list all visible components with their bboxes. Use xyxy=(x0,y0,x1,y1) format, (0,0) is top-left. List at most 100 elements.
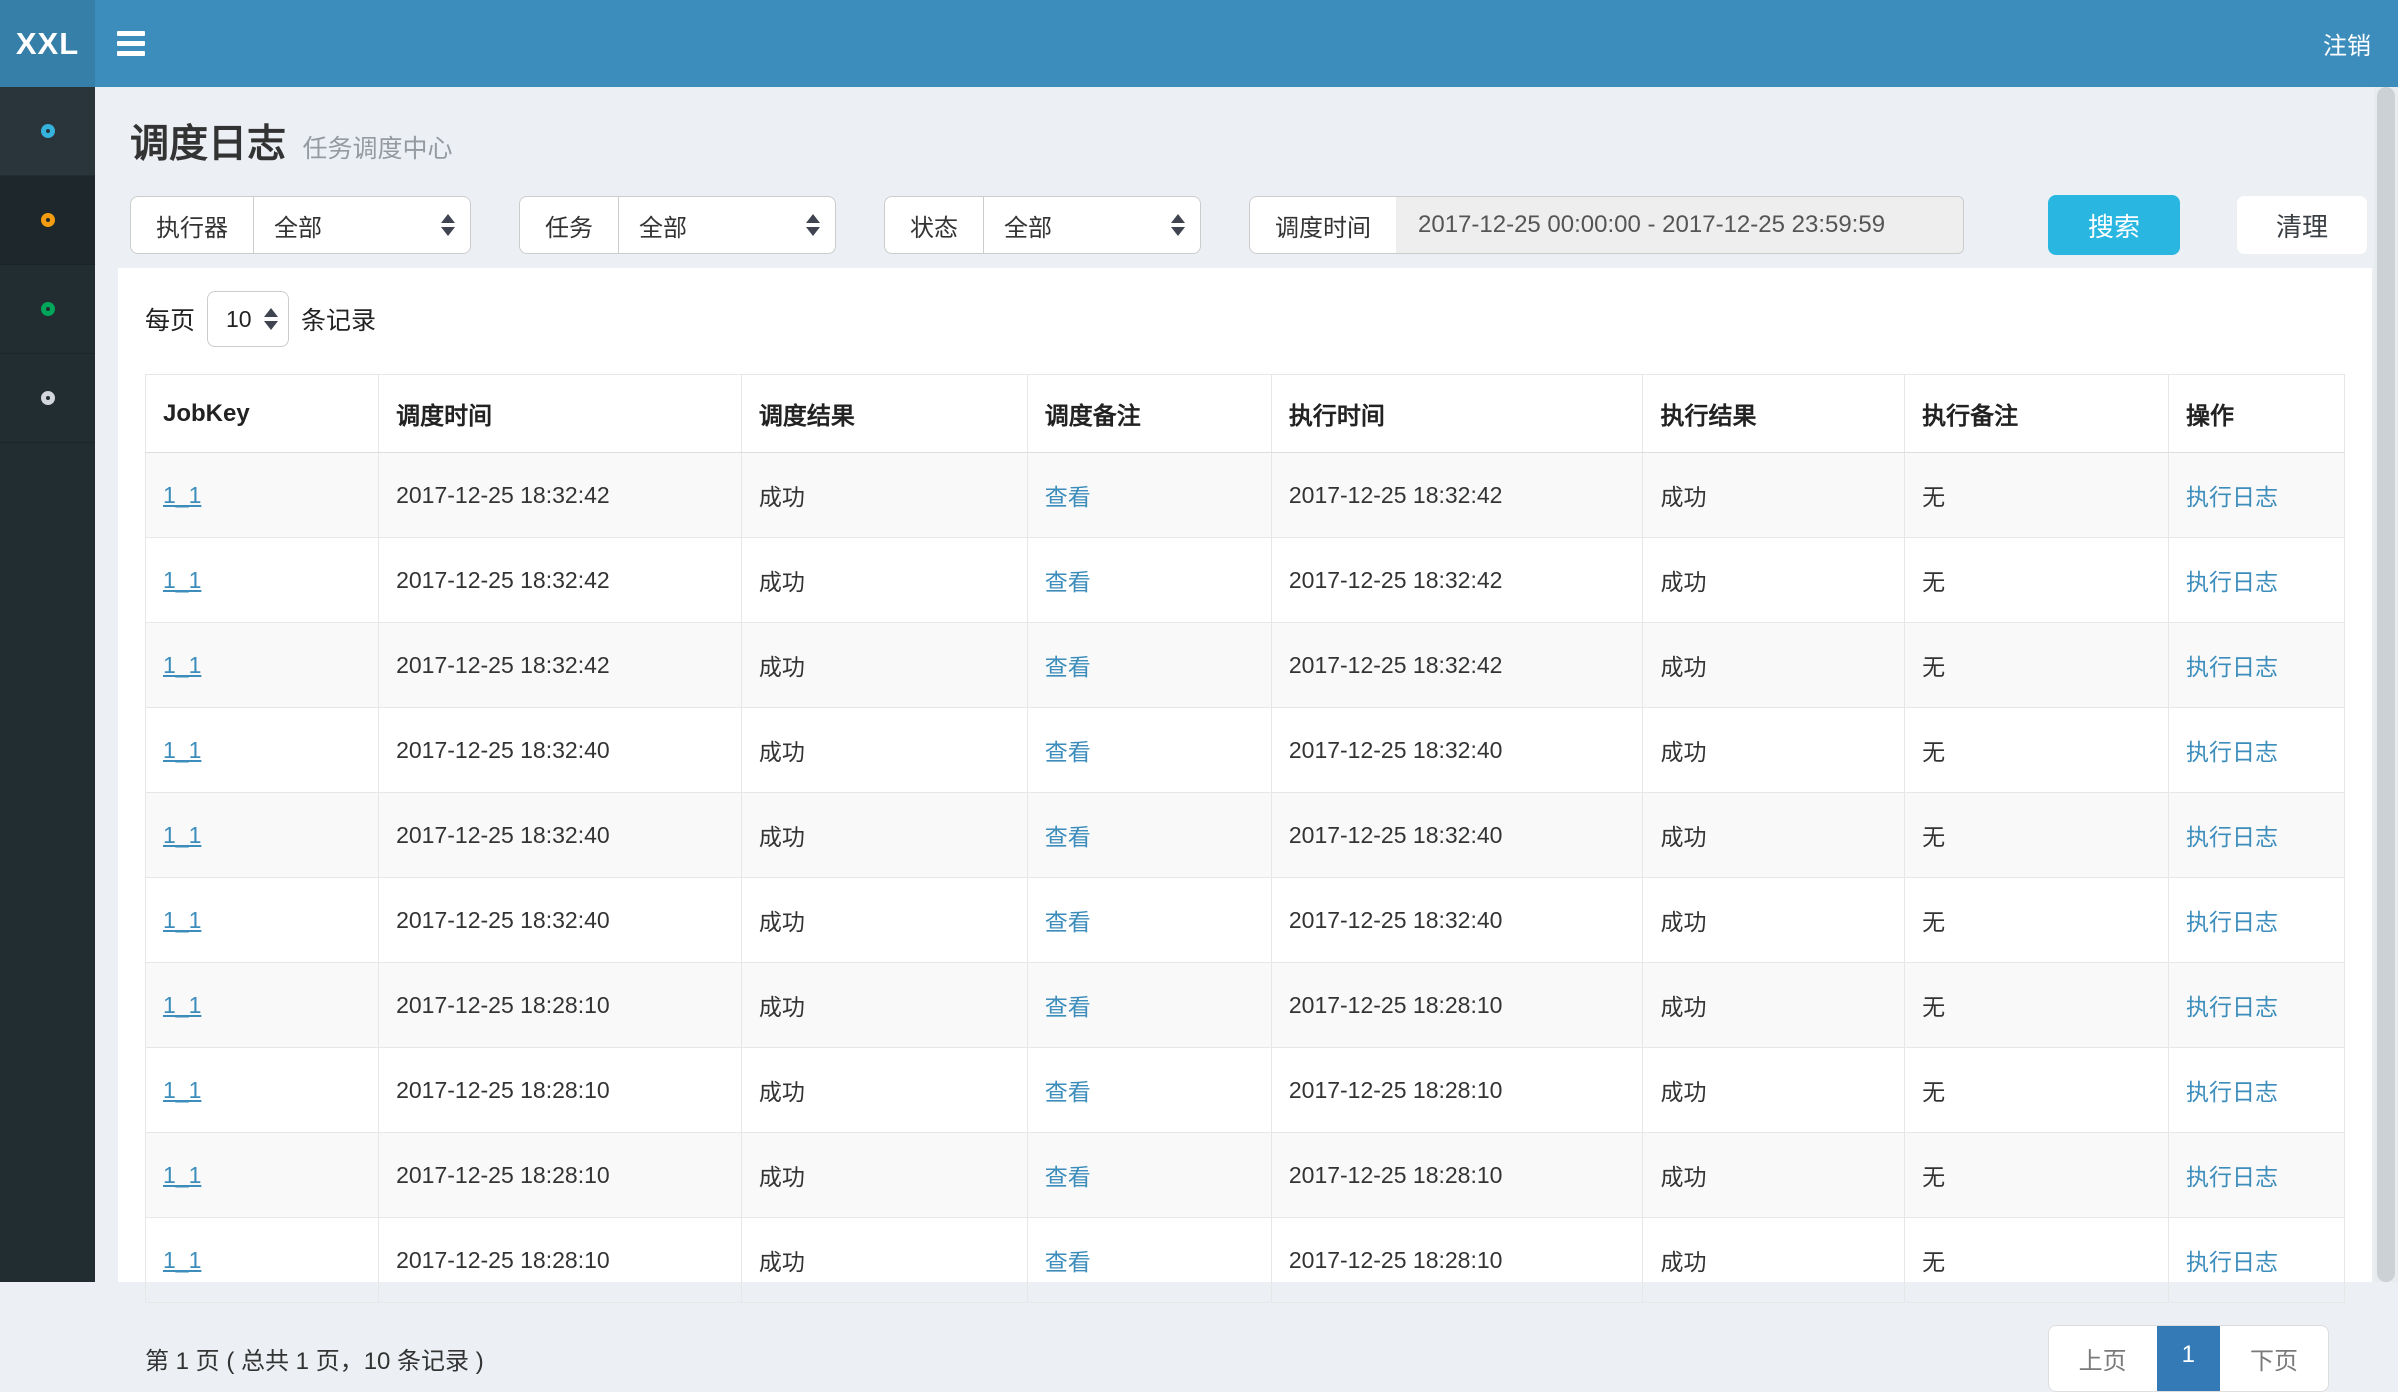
handle-msg-cell: 无 xyxy=(1905,708,2169,793)
top-navbar: XXL 注销 xyxy=(0,0,2398,87)
job-filter-group: 任务 全部 xyxy=(519,196,836,254)
jobkey-link[interactable]: 1_1 xyxy=(163,1162,201,1188)
handle-msg-cell: 无 xyxy=(1905,793,2169,878)
handle-time-cell: 2017-12-25 18:28:10 xyxy=(1271,1218,1643,1303)
handle-time-cell: 2017-12-25 18:28:10 xyxy=(1271,1133,1643,1218)
pagination: 上页 1 下页 xyxy=(2048,1325,2329,1392)
page-header: 调度日志 任务调度中心 xyxy=(130,113,452,169)
trigger-msg-view-link[interactable]: 查看 xyxy=(1045,569,1091,595)
exec-log-link[interactable]: 执行日志 xyxy=(2186,909,2278,935)
trigger-msg-view-link[interactable]: 查看 xyxy=(1045,654,1091,680)
jobkey-link[interactable]: 1_1 xyxy=(163,737,201,763)
circle-icon xyxy=(41,124,55,138)
scrollbar-thumb[interactable] xyxy=(2377,87,2395,1282)
trigger-time-range-input[interactable]: 2017-12-25 00:00:00 - 2017-12-25 23:59:5… xyxy=(1396,196,1964,254)
job-filter-label: 任务 xyxy=(519,196,618,254)
jobkey-link[interactable]: 1_1 xyxy=(163,907,201,933)
trigger-msg-view-link[interactable]: 查看 xyxy=(1045,994,1091,1020)
table-row: 1_12017-12-25 18:32:40成功查看2017-12-25 18:… xyxy=(146,878,2345,963)
table-row: 1_12017-12-25 18:32:42成功查看2017-12-25 18:… xyxy=(146,623,2345,708)
table-row: 1_12017-12-25 18:32:42成功查看2017-12-25 18:… xyxy=(146,453,2345,538)
jobkey-link[interactable]: 1_1 xyxy=(163,822,201,848)
exec-log-link[interactable]: 执行日志 xyxy=(2186,824,2278,850)
handle-msg-cell: 无 xyxy=(1905,453,2169,538)
handle-result-cell: 成功 xyxy=(1643,1048,1905,1133)
trigger-result-cell: 成功 xyxy=(741,878,1027,963)
executor-select-value: 全部 xyxy=(274,208,322,243)
handle-time-cell: 2017-12-25 18:32:42 xyxy=(1271,453,1643,538)
next-page-button[interactable]: 下页 xyxy=(2220,1326,2328,1391)
trigger-result-cell: 成功 xyxy=(741,538,1027,623)
exec-log-link[interactable]: 执行日志 xyxy=(2186,1249,2278,1275)
app-logo[interactable]: XXL xyxy=(0,0,95,87)
trigger-msg-view-link[interactable]: 查看 xyxy=(1045,739,1091,765)
exec-log-link[interactable]: 执行日志 xyxy=(2186,1164,2278,1190)
table-row: 1_12017-12-25 18:32:40成功查看2017-12-25 18:… xyxy=(146,708,2345,793)
exec-log-link[interactable]: 执行日志 xyxy=(2186,569,2278,595)
trigger-msg-view-link[interactable]: 查看 xyxy=(1045,1164,1091,1190)
trigger-result-cell: 成功 xyxy=(741,1133,1027,1218)
select-stepper-icon xyxy=(1171,214,1185,236)
handle-result-cell: 成功 xyxy=(1643,963,1905,1048)
jobkey-link[interactable]: 1_1 xyxy=(163,567,201,593)
trigger-msg-view-link[interactable]: 查看 xyxy=(1045,824,1091,850)
current-page-button[interactable]: 1 xyxy=(2157,1326,2220,1391)
page-size-row: 每页 10 条记录 xyxy=(145,290,2345,348)
hamburger-icon[interactable] xyxy=(95,0,167,87)
jobkey-link[interactable]: 1_1 xyxy=(163,652,201,678)
handle-result-cell: 成功 xyxy=(1643,878,1905,963)
prev-page-button[interactable]: 上页 xyxy=(2049,1326,2157,1391)
search-button[interactable]: 搜索 xyxy=(2048,195,2180,255)
table-row: 1_12017-12-25 18:28:10成功查看2017-12-25 18:… xyxy=(146,1133,2345,1218)
exec-log-link[interactable]: 执行日志 xyxy=(2186,739,2278,765)
exec-log-link[interactable]: 执行日志 xyxy=(2186,484,2278,510)
column-header: 执行结果 xyxy=(1643,375,1905,453)
handle-time-cell: 2017-12-25 18:32:40 xyxy=(1271,708,1643,793)
sidebar-item-3[interactable] xyxy=(0,265,95,354)
executor-filter-label: 执行器 xyxy=(130,196,253,254)
circle-icon xyxy=(41,213,55,227)
scrollbar-track xyxy=(2374,87,2398,1282)
trigger-result-cell: 成功 xyxy=(741,453,1027,538)
sidebar-item-1[interactable] xyxy=(0,87,95,176)
page-size-select[interactable]: 10 xyxy=(207,291,289,347)
status-select-value: 全部 xyxy=(1004,208,1052,243)
handle-result-cell: 成功 xyxy=(1643,1133,1905,1218)
logout-link[interactable]: 注销 xyxy=(2296,0,2398,87)
jobkey-link[interactable]: 1_1 xyxy=(163,1247,201,1273)
handle-time-cell: 2017-12-25 18:28:10 xyxy=(1271,963,1643,1048)
exec-log-link[interactable]: 执行日志 xyxy=(2186,654,2278,680)
handle-msg-cell: 无 xyxy=(1905,963,2169,1048)
trigger-msg-view-link[interactable]: 查看 xyxy=(1045,909,1091,935)
column-header: 调度结果 xyxy=(741,375,1027,453)
jobkey-link[interactable]: 1_1 xyxy=(163,482,201,508)
trigger-time-cell: 2017-12-25 18:32:40 xyxy=(379,793,742,878)
trigger-msg-view-link[interactable]: 查看 xyxy=(1045,484,1091,510)
jobkey-link[interactable]: 1_1 xyxy=(163,992,201,1018)
trigger-time-cell: 2017-12-25 18:32:40 xyxy=(379,878,742,963)
column-header: JobKey xyxy=(146,375,379,453)
table-row: 1_12017-12-25 18:28:10成功查看2017-12-25 18:… xyxy=(146,1218,2345,1303)
page-size-prefix-label: 每页 xyxy=(145,301,195,337)
handle-result-cell: 成功 xyxy=(1643,793,1905,878)
sidebar-item-4[interactable] xyxy=(0,354,95,443)
trigger-msg-view-link[interactable]: 查看 xyxy=(1045,1249,1091,1275)
job-select[interactable]: 全部 xyxy=(618,196,836,254)
page-size-suffix-label: 条记录 xyxy=(301,301,376,337)
clear-button[interactable]: 清理 xyxy=(2236,195,2368,255)
sidebar-item-2[interactable] xyxy=(0,176,95,265)
status-filter-label: 状态 xyxy=(884,196,983,254)
handle-msg-cell: 无 xyxy=(1905,1133,2169,1218)
executor-select[interactable]: 全部 xyxy=(253,196,471,254)
jobkey-link[interactable]: 1_1 xyxy=(163,1077,201,1103)
select-stepper-icon xyxy=(264,308,278,330)
table-row: 1_12017-12-25 18:32:40成功查看2017-12-25 18:… xyxy=(146,793,2345,878)
sidebar-nav xyxy=(0,87,95,1282)
trigger-msg-view-link[interactable]: 查看 xyxy=(1045,1079,1091,1105)
exec-log-link[interactable]: 执行日志 xyxy=(2186,994,2278,1020)
status-select[interactable]: 全部 xyxy=(983,196,1201,254)
exec-log-link[interactable]: 执行日志 xyxy=(2186,1079,2278,1105)
trigger-result-cell: 成功 xyxy=(741,1218,1027,1303)
select-stepper-icon xyxy=(441,214,455,236)
trigger-result-cell: 成功 xyxy=(741,708,1027,793)
